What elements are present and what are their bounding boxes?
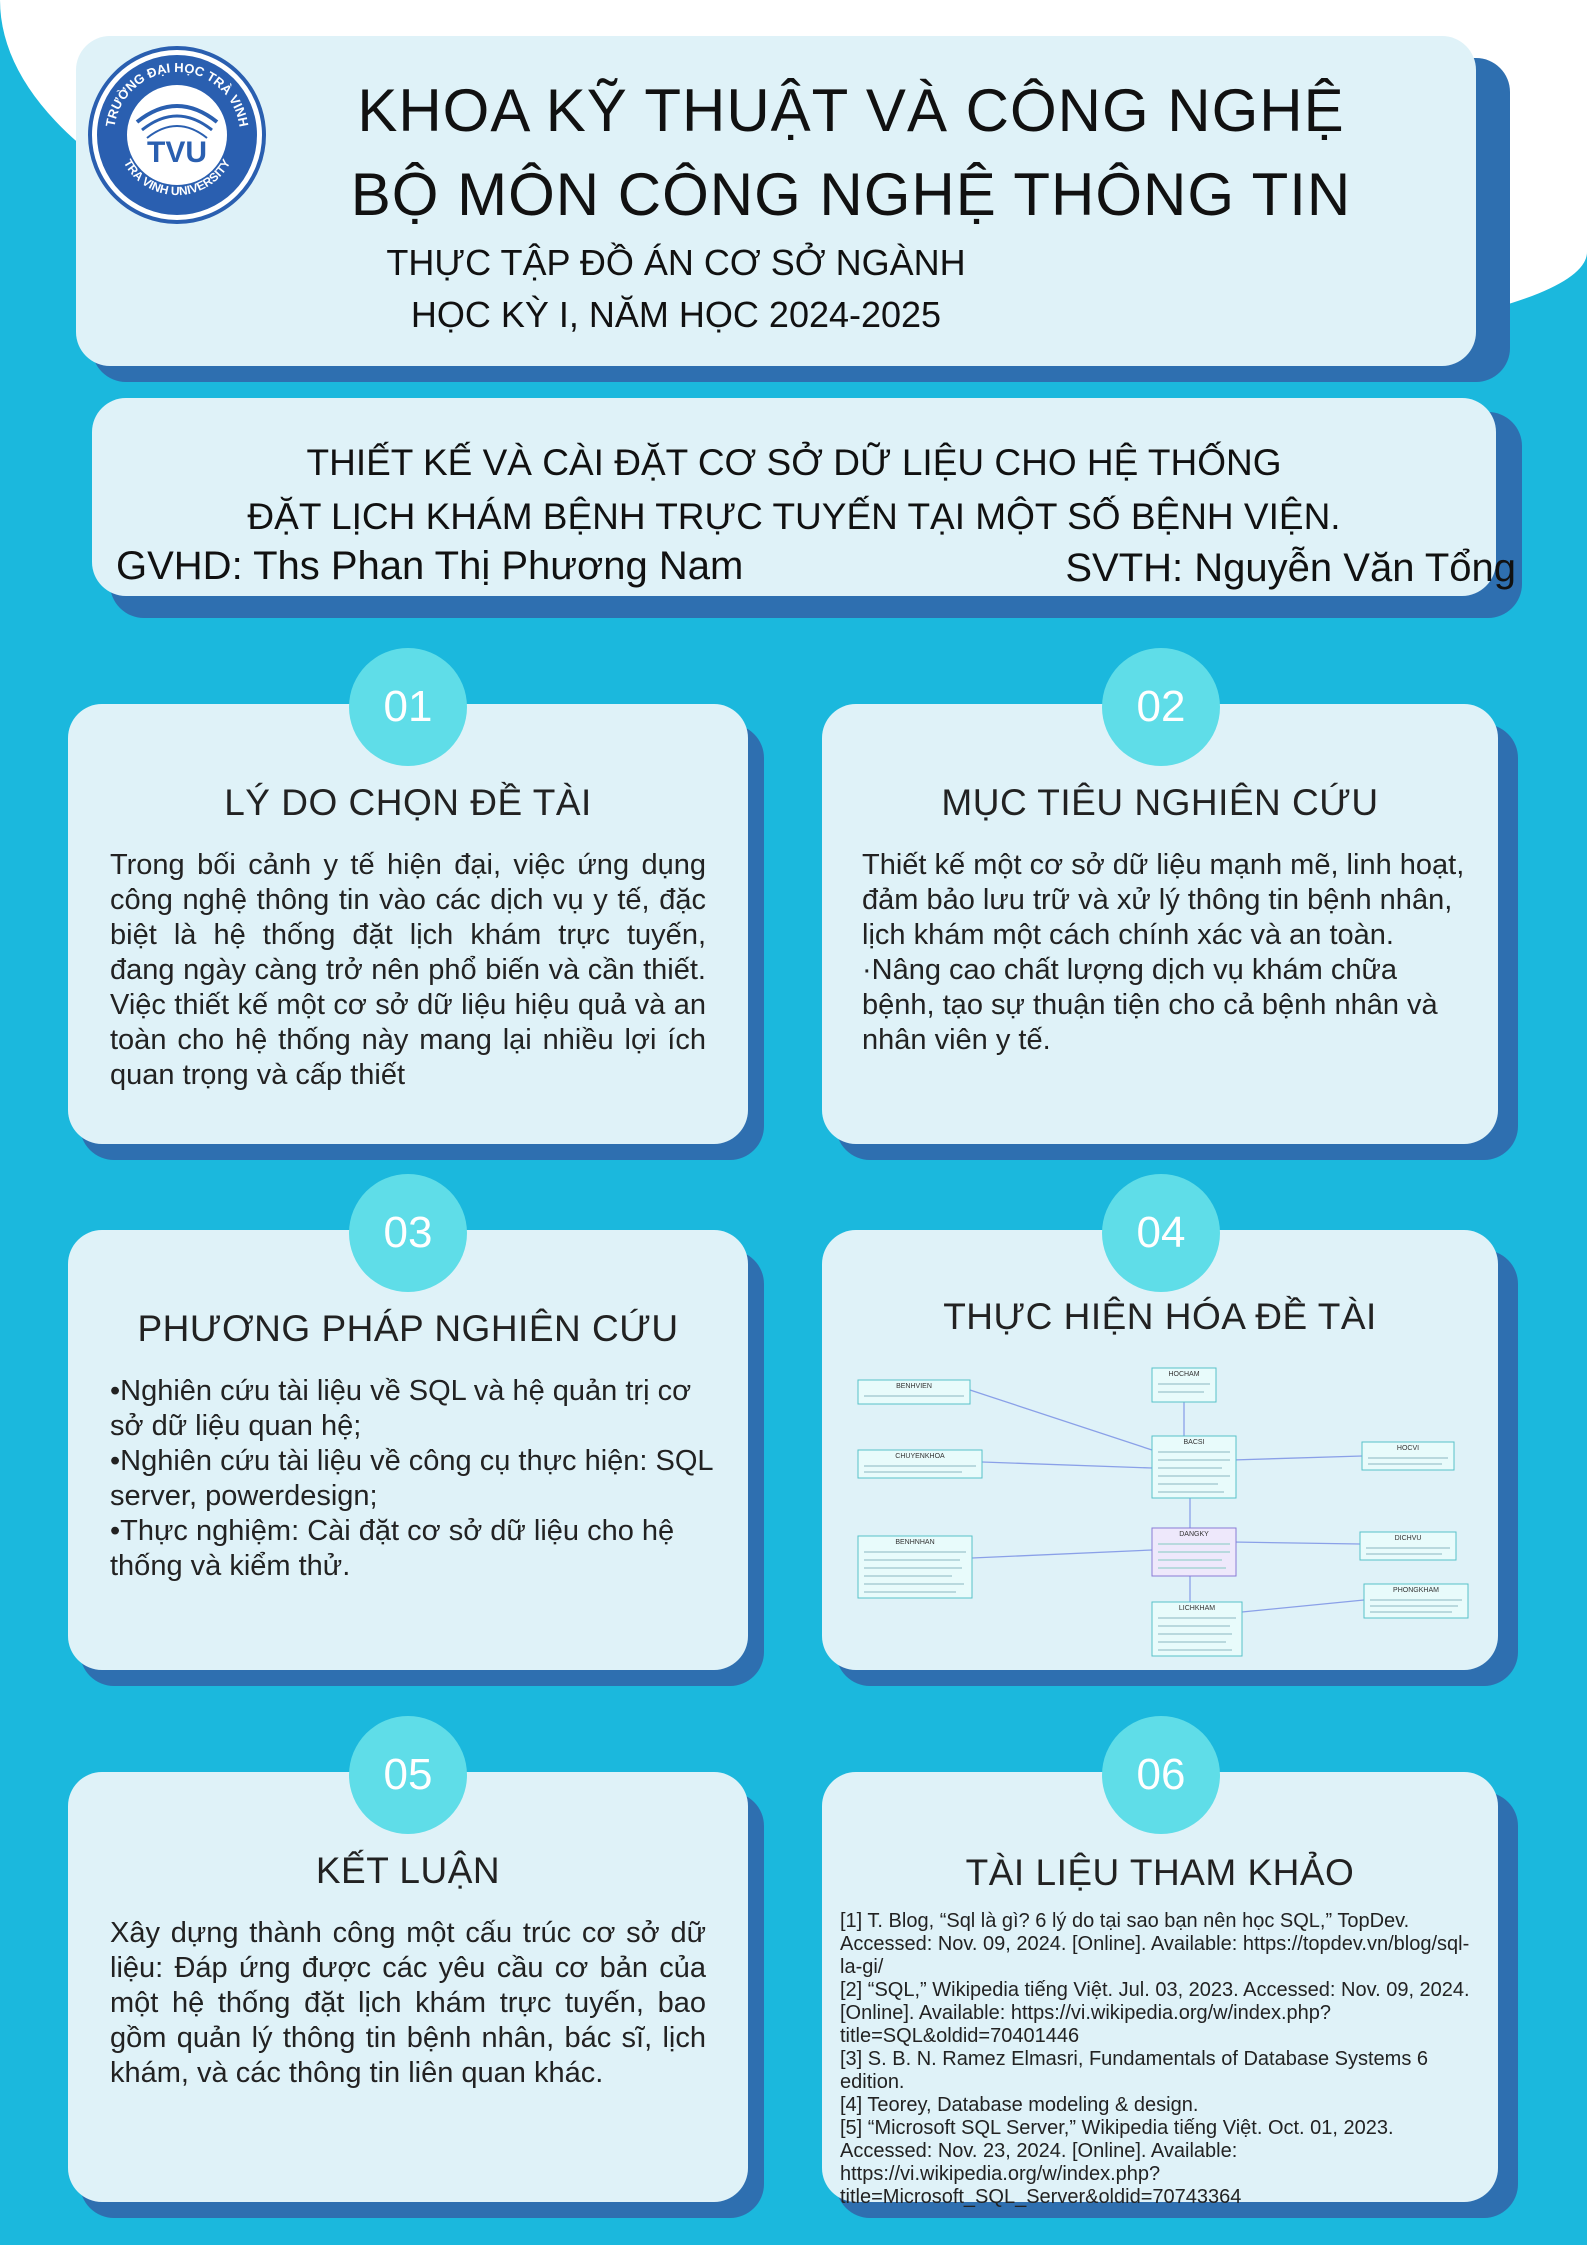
reference-item: [3] S. B. N. Ramez Elmasri, Fundamentals… [840,2048,1429,2093]
reference-item: [1] T. Blog, “Sql là gì? 6 lý do tại sao… [840,1910,1470,1978]
section-03-title: PHƯƠNG PHÁP NGHIÊN CỨU [137,1308,679,1349]
section-02-title: MỤC TIÊU NGHIÊN CỨU [941,782,1379,823]
section-05-body: Xây dựng thành công một cấu trúc cơ sở d… [110,1917,706,2089]
section-02-goal-1: Thiết kế một cơ sở dữ liệu mạnh mẽ, linh… [862,849,1465,951]
reference-item: [5] “Microsoft SQL Server,” Wikipedia ti… [840,2117,1394,2208]
erd-table-label: BENHNHAN [895,1539,934,1546]
semester-title: HỌC KỲ I, NĂM HỌC 2024-2025 [410,294,942,335]
section-05-badge: 05 [349,1716,467,1834]
section-02-body: Thiết kế một cơ sở dữ liệu mạnh mẽ, linh… [862,848,1468,1058]
student-name: SVTH: Nguyễn Văn Tổng [1065,546,1516,590]
section-05-title: KẾT LUẬN [315,1850,501,1891]
project-title-card: THIẾT KẾ VÀ CÀI ĐẶT CƠ SỞ DỮ LIỆU CHO HỆ… [92,398,1516,596]
erd-table-label: BENHVIEN [896,1383,932,1390]
section-03-badge: 03 [349,1174,467,1292]
erd-table-label: DICHVU [1395,1535,1422,1542]
section-01-title: LÝ DO CHỌN ĐỀ TÀI [224,782,592,823]
reference-item: [4] Teorey, Database modeling & design. [840,2094,1199,2116]
section-01-badge: 01 [349,648,467,766]
method-item: •Thực nghiệm: Cài đặt cơ sở dữ liệu cho … [110,1515,675,1582]
section-03-card: PHƯƠNG PHÁP NGHIÊN CỨU •Nghiên cứu tài l… [68,1230,748,1670]
erd-table-label: HOCVI [1397,1445,1419,1452]
erd-table-label: DANGKY [1179,1531,1209,1538]
section-01-body: Trong bối cảnh y tế hiện đại, việc ứng d… [110,849,706,1091]
project-title-line2: ĐẶT LỊCH KHÁM BỆNH TRỰC TUYẾN TẠI MỘT SỐ… [247,496,1341,537]
advisor-name: GVHD: Ths Phan Thị Phương Nam [116,544,744,588]
section-01-card: LÝ DO CHỌN ĐỀ TÀI Trong bối cảnh y tế hi… [68,704,748,1144]
section-02-badge: 02 [1102,648,1220,766]
section-02-card: MỤC TIÊU NGHIÊN CỨU Thiết kế một cơ sở d… [822,704,1498,1144]
faculty-title: KHOA KỸ THUẬT VÀ CÔNG NGHỆ [357,77,1345,144]
section-05-card: KẾT LUẬN Xây dựng thành công một cấu trú… [68,1772,748,2202]
course-title: THỰC TẬP ĐỒ ÁN CƠ SỞ NGÀNH [386,242,966,283]
section-04-badge: 04 [1102,1174,1220,1292]
erd-table-label: CHUYENKHOA [895,1453,945,1460]
project-title-line1: THIẾT KẾ VÀ CÀI ĐẶT CƠ SỞ DỮ LIỆU CHO HỆ… [306,442,1282,483]
erd-diagram: HOCHAM BENHVIEN CHUYENKHOA BACSI HOCVI D… [857,1367,1469,1657]
erd-table-label: BACSI [1183,1439,1204,1446]
section-04-card: THỰC HIỆN HÓA ĐỀ TÀI HOCHAM BENHVIEN CHU… [822,1230,1498,1670]
method-item: •Nghiên cứu tài liệu về SQL và hệ quản t… [110,1375,692,1442]
section-06-badge: 06 [1102,1716,1220,1834]
method-item: •Nghiên cứu tài liệu về công cụ thực hiệ… [110,1445,713,1512]
section-04-title: THỰC HIỆN HÓA ĐỀ TÀI [943,1296,1377,1337]
reference-list: [1] T. Blog, “Sql là gì? 6 lý do tại sao… [840,1910,1474,2209]
reference-item: [2] “SQL,” Wikipedia tiếng Việt. Jul. 03… [840,1979,1470,2047]
section-03-list: •Nghiên cứu tài liệu về SQL và hệ quản t… [110,1374,718,1584]
section-06-title: TÀI LIỆU THAM KHẢO [965,1852,1355,1893]
erd-table-label: LICHKHAM [1179,1605,1215,1612]
header-card: TRƯỜNG ĐẠI HỌC TRÀ VINH TRA VINH UNIVERS… [76,36,1476,366]
erd-table-label: PHONGKHAM [1393,1587,1439,1594]
section-02-goal-2: ·Nâng cao chất lượng dịch vụ khám chữa b… [862,954,1438,1056]
erd-table-label: HOCHAM [1168,1371,1199,1378]
section-06-card: TÀI LIỆU THAM KHẢO [1] T. Blog, “Sql là … [822,1772,1498,2208]
department-title: BỘ MÔN CÔNG NGHỆ THÔNG TIN [350,161,1352,228]
logo-mark: TVU [147,136,207,169]
